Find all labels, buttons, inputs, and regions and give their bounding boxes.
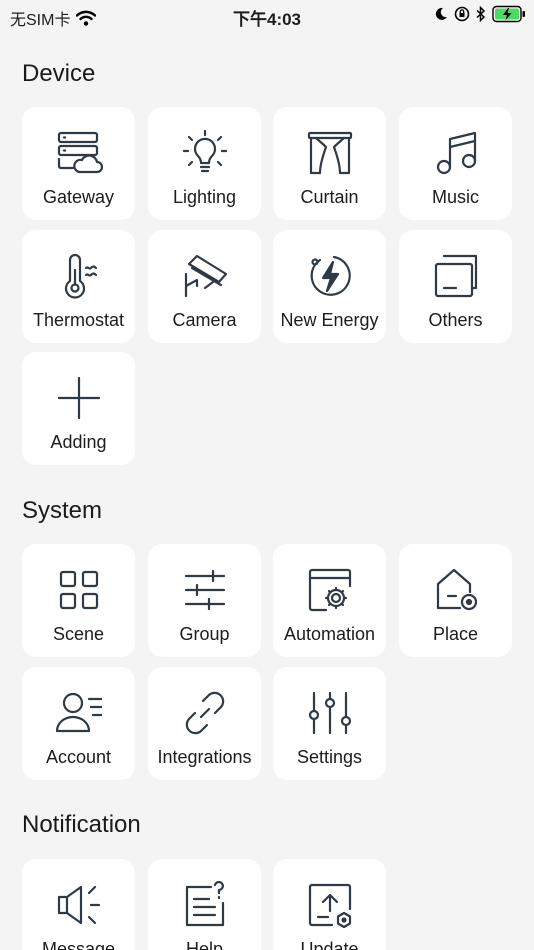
tile-label: Help (185, 939, 224, 950)
stacked-squares-icon (434, 254, 477, 298)
tile-label: Scene (52, 624, 105, 644)
tile-curtain[interactable]: Curtain (273, 107, 386, 220)
house-settings-icon (436, 568, 477, 611)
tile-label: Automation (283, 624, 376, 644)
tile-label: Thermostat (32, 310, 125, 330)
tile-new-energy[interactable]: New Energy (273, 230, 386, 343)
section-title-device: Device (22, 60, 96, 87)
tile-label: Curtain (300, 187, 359, 207)
equalizer-icon (308, 691, 351, 735)
gateway-icon (57, 131, 103, 174)
link-icon (185, 691, 224, 735)
speaker-icon (57, 885, 100, 925)
tile-group[interactable]: Group (148, 544, 261, 657)
tile-camera[interactable]: Camera (148, 230, 261, 343)
tile-label: Group (179, 624, 230, 644)
help-document-icon (185, 881, 224, 927)
tile-label: New Energy (280, 310, 379, 330)
section-title-system: System (22, 497, 103, 524)
tile-thermostat[interactable]: Thermostat (22, 230, 135, 343)
tile-music[interactable]: Music (399, 107, 512, 220)
tile-settings[interactable]: Settings (273, 667, 386, 780)
bluetooth-icon (476, 6, 486, 22)
tile-adding[interactable]: Adding (22, 352, 135, 465)
tile-label: Lighting (172, 187, 237, 207)
energy-bolt-icon (310, 255, 351, 296)
curtain-icon (307, 131, 352, 175)
thermometer-icon (64, 253, 97, 299)
tile-place[interactable]: Place (399, 544, 512, 657)
status-bar: 无SIM卡 下午4:03 (0, 0, 534, 30)
music-note-icon (436, 131, 476, 175)
automation-gear-icon (308, 568, 351, 612)
tile-label: Account (45, 747, 112, 767)
update-upload-icon (308, 883, 351, 929)
tile-account[interactable]: Account (22, 667, 135, 780)
tile-label: Message (41, 939, 116, 950)
tile-label: Settings (296, 747, 363, 767)
tile-automation[interactable]: Automation (273, 544, 386, 657)
tile-update[interactable]: Update (273, 859, 386, 950)
tile-label: Camera (172, 310, 237, 330)
tile-label: Update (300, 939, 359, 950)
tile-label: Place (432, 624, 479, 644)
tile-gateway[interactable]: Gateway (22, 107, 135, 220)
tile-label: Adding (50, 432, 107, 452)
bulb-icon (182, 129, 227, 173)
camera-icon (184, 254, 227, 298)
grid-icon (59, 570, 98, 610)
tile-message[interactable]: Message (22, 859, 135, 950)
tile-label: Gateway (42, 187, 115, 207)
section-title-notification: Notification (22, 811, 141, 838)
tile-help[interactable]: Help (148, 859, 261, 950)
sliders-icon (184, 569, 225, 611)
tile-integrations[interactable]: Integrations (148, 667, 261, 780)
tile-label: Integrations (157, 747, 252, 767)
moon-icon (435, 7, 447, 20)
tile-label: Others (428, 310, 483, 330)
tile-lighting[interactable]: Lighting (148, 107, 261, 220)
battery-charging-icon (492, 5, 525, 23)
plus-icon (57, 376, 100, 420)
tile-scene[interactable]: Scene (22, 544, 135, 657)
tile-others[interactable]: Others (399, 230, 512, 343)
orientation-lock-icon (454, 6, 470, 22)
tile-label: Music (431, 187, 479, 207)
user-list-icon (55, 692, 102, 733)
